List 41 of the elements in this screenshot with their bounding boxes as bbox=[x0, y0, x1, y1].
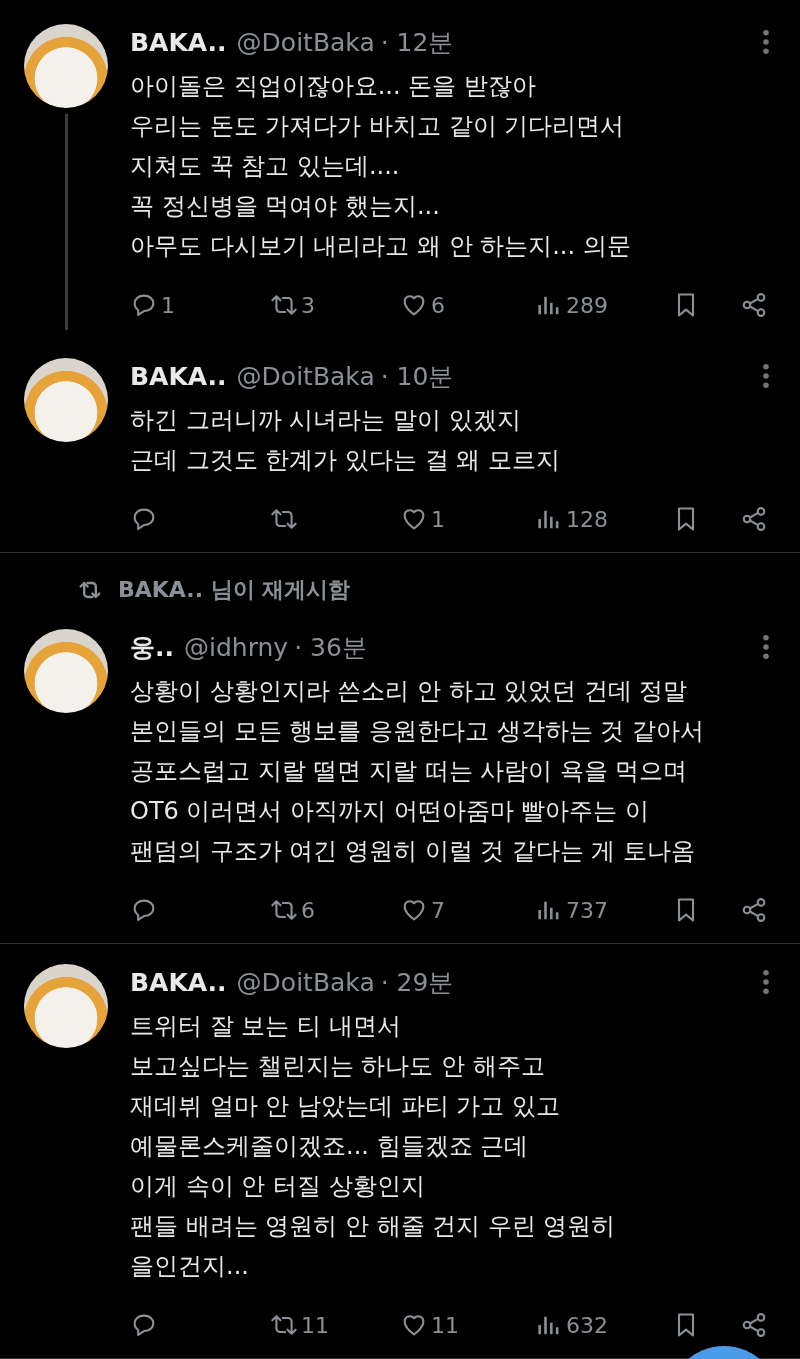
views-count: 289 bbox=[566, 292, 608, 318]
more-icon[interactable] bbox=[762, 363, 770, 389]
share-icon[interactable] bbox=[740, 291, 768, 319]
share-icon[interactable] bbox=[740, 896, 768, 924]
post-time: · 29분 bbox=[380, 966, 454, 999]
post-text: 아이돌은 직업이잖아요... 돈을 받잖아 우리는 돈도 가져다가 바치고 같이 기다리면서 지쳐도 꾹 참고 있는데.... 꼭 정신병을 먹여야 했는지... 아무도 다시보기 내리라고 왜 안 하는지... 의문 bbox=[130, 71, 632, 262]
user-handle[interactable]: @idhrny bbox=[184, 632, 289, 662]
post-row[interactable]: 웅.. @idhrny · 36분 상황이 상황인지라 쓴소리 안 하고 있었던 건데 정말 본인들의 모든 행보를 응원한다고 생각하는 것 같아서 공포스럽고 지랄 떨면 지랄 떠는 사람이 욕을 먹으며 OT6 이러면서 아직까지 어떤아줌마 빨아주는 이 팬덤의 구조가 여긴 영원히 이럴 것 같다는 게 토나옴 6 7 737 bbox=[0, 609, 800, 944]
more-icon[interactable] bbox=[762, 969, 770, 995]
post-time: · 12분 bbox=[380, 26, 454, 59]
views-count: 128 bbox=[566, 506, 608, 532]
share-icon[interactable] bbox=[740, 1311, 768, 1339]
display-name[interactable]: BAKA.. bbox=[130, 967, 227, 997]
user-handle[interactable]: @DoitBaka bbox=[236, 27, 375, 57]
user-handle[interactable]: @DoitBaka bbox=[236, 967, 375, 997]
like-count: 6 bbox=[431, 292, 445, 318]
like-count: 1 bbox=[431, 506, 445, 532]
post-text: 하긴 그러니까 시녀라는 말이 있겠지 근데 그것도 한계가 있다는 걸 왜 모르지 bbox=[130, 405, 561, 476]
like-count: 7 bbox=[431, 897, 445, 923]
repost-count: 6 bbox=[301, 897, 315, 923]
post-row[interactable]: BAKA.. @DoitBaka · 29분 트위터 잘 보는 티 내면서 보고싶다는 챌린지는 하나도 안 해주고 재데뷔 얼마 안 남았는데 파티 가고 있고 예물론스케줄이겠죠... 힘들겠죠 근데 이게 속이 안 터질 상황인지 팬들 배려는 영원히 안 해줄 건지 우린 영원히 을인건지... 11 11 632 bbox=[0, 944, 800, 1359]
display-name[interactable]: 웅.. bbox=[130, 630, 174, 664]
post-text: 상황이 상황인지라 쓴소리 안 하고 있었던 건데 정말 본인들의 모든 행보를 응원한다고 생각하는 것 같아서 공포스럽고 지랄 떨면 지랄 떠는 사람이 욕을 먹으며 OT6 이러면서 아직까지 어떤아줌마 빨아주는 이 팬덤의 구조가 여긴 영원히 이럴 것 같다는 게 토나옴 bbox=[130, 676, 705, 867]
more-icon[interactable] bbox=[762, 29, 770, 55]
post-text: 트위터 잘 보는 티 내면서 보고싶다는 챌린지는 하나도 안 해주고 재데뷔 얼마 안 남았는데 파티 가고 있고 예물론스케줄이겠죠... 힘들겠죠 근데 이게 속이 안 터질 상황인지 팬들 배려는 영원히 안 해줄 건지 우린 영원히 을인건지... bbox=[130, 1011, 617, 1282]
repost-count: 3 bbox=[301, 292, 315, 318]
post-row[interactable]: BAKA.. @DoitBaka · 10분 하긴 그러니까 시녀라는 말이 있겠지 근데 그것도 한계가 있다는 걸 왜 모르지 1 128 bbox=[0, 350, 800, 553]
post-time: · 36분 bbox=[294, 631, 367, 664]
display-name[interactable]: BAKA.. bbox=[130, 361, 227, 391]
post-row[interactable]: BAKA.. @DoitBaka · 12분 아이돌은 직업이잖아요... 돈을 받잖아 우리는 돈도 가져다가 바치고 같이 기다리면서 지쳐도 꾹 참고 있는데.... 꼭 정신병을 먹여야 했는지... 아무도 다시보기 내리라고 왜 안 하는지... 의문 1 3 6 289 bbox=[0, 0, 800, 350]
views-count: 737 bbox=[566, 897, 608, 923]
views-count: 632 bbox=[566, 1312, 608, 1338]
repost-count: 11 bbox=[301, 1312, 329, 1338]
post-time: · 10분 bbox=[380, 360, 454, 393]
display-name[interactable]: BAKA.. bbox=[130, 27, 227, 57]
share-icon[interactable] bbox=[740, 505, 768, 533]
reply-count: 1 bbox=[161, 292, 175, 318]
like-count: 11 bbox=[431, 1312, 459, 1338]
more-icon[interactable] bbox=[762, 634, 770, 660]
reposted-by-text: BAKA.. 님이 재게시함 bbox=[118, 576, 351, 604]
user-handle[interactable]: @DoitBaka bbox=[236, 361, 375, 391]
